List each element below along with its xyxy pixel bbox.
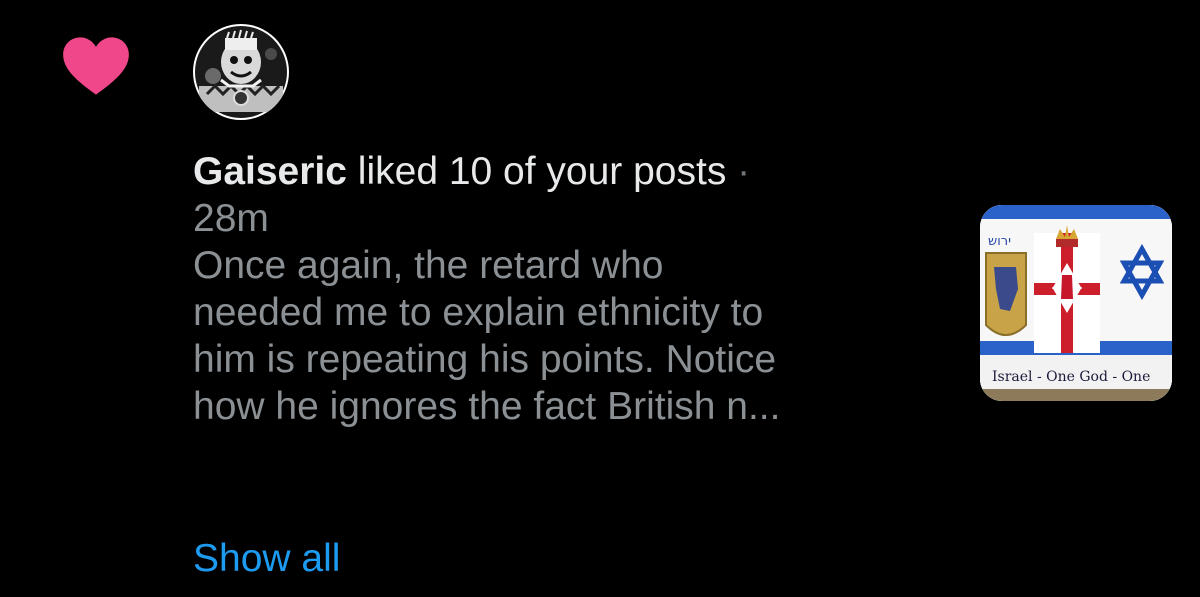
notification-content: Gaiseric liked 10 of your posts · 28m Onc… <box>193 148 933 430</box>
username[interactable]: Gaiseric <box>193 150 347 193</box>
notification-action: liked 10 of your posts <box>357 150 727 193</box>
preview-line: needed me to explain ethnicity to <box>193 291 764 334</box>
avatar-image <box>193 24 289 120</box>
heart-icon <box>63 37 129 95</box>
preview-line: Once again, the retard who <box>193 244 664 287</box>
thumbnail-caption: Israel - One God - One <box>992 369 1151 385</box>
preview-line: how he ignores the fact British n... <box>193 385 781 428</box>
post-preview[interactable]: Once again, the retard who needed me to … <box>193 242 933 430</box>
show-all-link[interactable]: Show all <box>193 535 340 582</box>
notification-headline: Gaiseric liked 10 of your posts · 28m <box>193 148 933 242</box>
separator-dot: · <box>726 150 751 193</box>
preview-line: him is repeating his points. Notice <box>193 338 777 381</box>
avatar[interactable] <box>193 24 289 120</box>
post-thumbnail[interactable]: ירוש Israel - One God - One <box>980 205 1172 401</box>
timestamp: 28m <box>193 197 269 240</box>
hebrew-text: ירוש <box>988 234 1011 249</box>
